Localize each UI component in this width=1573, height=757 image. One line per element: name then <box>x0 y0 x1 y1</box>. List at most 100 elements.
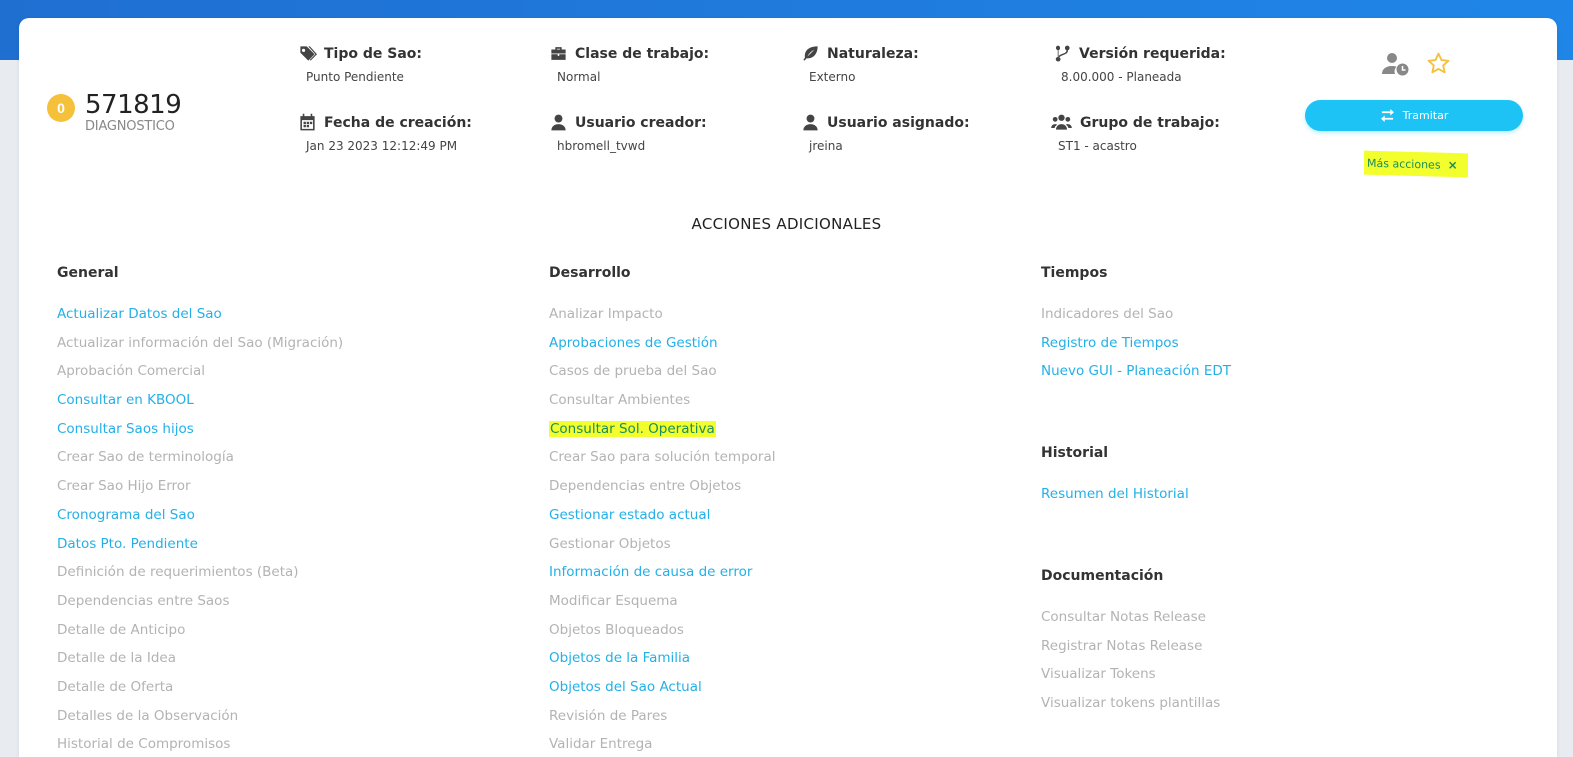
action-link-label: Objetos del Sao Actual <box>549 678 702 695</box>
user-clock-icon[interactable] <box>1382 52 1410 76</box>
mas-acciones-toggle[interactable]: Más acciones × <box>1364 150 1468 178</box>
action-link: Validar Entrega <box>549 734 775 757</box>
action-link: Actualizar información del Sao (Migració… <box>57 333 343 362</box>
action-link-label: Crear Sao Hijo Error <box>57 478 191 495</box>
field-tipo-sao: Tipo de Sao: Punto Pendiente <box>298 44 422 84</box>
action-link: Crear Sao de terminología <box>57 447 343 476</box>
field-usuario-creador: Usuario creador: hbromell_tvwd <box>549 113 707 153</box>
calendar-icon <box>300 113 315 131</box>
action-link: Revisión de Pares <box>549 706 775 735</box>
group-title: Tiempos <box>1041 265 1108 281</box>
users-group-icon <box>1051 114 1072 130</box>
field-label: Clase de trabajo: <box>575 45 710 62</box>
action-link[interactable]: Objetos del Sao Actual <box>549 677 775 706</box>
column-documentacion: Documentación Consultar Notas Release Reg… <box>1041 568 1220 722</box>
action-link[interactable]: Gestionar estado actual <box>549 505 775 534</box>
exchange-icon <box>1380 109 1394 122</box>
field-label: Versión requerida: <box>1079 45 1226 62</box>
action-link-label: Nuevo GUI - Planeación EDT <box>1041 363 1232 380</box>
action-link-label: Información de causa de error <box>549 564 753 581</box>
action-link-label: Casos de prueba del Sao <box>549 363 717 380</box>
action-link-label: Objetos Bloqueados <box>549 621 684 638</box>
action-link-label: Resumen del Historial <box>1041 486 1189 502</box>
field-value: ST1 - acastro <box>1058 139 1137 153</box>
action-link-label: Actualizar Datos del Sao <box>57 306 222 322</box>
action-link-label: Cronograma del Sao <box>57 506 195 523</box>
briefcase-icon <box>551 47 566 60</box>
action-link[interactable]: Actualizar Datos del Sao <box>57 304 343 333</box>
mas-acciones-label: Más acciones <box>1367 156 1441 172</box>
column-desarrollo: Desarrollo Analizar Impacto Aprobaciones … <box>549 265 775 757</box>
action-link[interactable]: Consultar en KBOOL <box>57 390 343 419</box>
action-link-label: Aprobaciones de Gestión <box>549 334 718 351</box>
action-link: Detalles de la Observación <box>57 706 343 735</box>
user-icon <box>803 114 818 131</box>
field-version: Versión requerida: 8.00.000 - Planeada <box>1053 44 1226 84</box>
action-link-label: Detalle de la Idea <box>57 650 176 667</box>
action-link: Visualizar tokens plantillas <box>1041 693 1220 722</box>
action-link-label: Validar Entrega <box>549 736 653 753</box>
tag-icon <box>299 46 317 61</box>
field-value: Normal <box>557 70 601 84</box>
field-grupo-trabajo: Grupo de trabajo: ST1 - acastro <box>1050 113 1220 153</box>
tramitar-button[interactable]: Tramitar <box>1305 100 1523 131</box>
action-link-label: Historial de Compromisos <box>57 736 231 753</box>
action-link-label: Crear Sao para solución temporal <box>549 449 776 466</box>
action-link[interactable]: Datos Pto. Pendiente <box>57 534 343 563</box>
action-link-label: Gestionar estado actual <box>549 506 711 523</box>
action-link[interactable]: Aprobaciones de Gestión <box>549 333 775 362</box>
action-link[interactable]: Consultar Saos hijos <box>57 419 343 448</box>
field-label: Fecha de creación: <box>324 114 472 131</box>
action-link: Crear Sao Hijo Error <box>57 476 343 505</box>
group-title: General <box>57 265 119 281</box>
field-label: Grupo de trabajo: <box>1080 114 1220 131</box>
group-title: Historial <box>1041 445 1109 461</box>
action-link-label: Registrar Notas Release <box>1041 637 1203 654</box>
action-link: Registrar Notas Release <box>1041 636 1220 665</box>
action-link[interactable]: Registro de Tiempos <box>1041 333 1231 362</box>
field-label: Tipo de Sao: <box>324 45 422 62</box>
field-value: hbromell_tvwd <box>557 139 646 153</box>
action-link-label: Detalle de Anticipo <box>57 621 186 638</box>
action-link[interactable]: Objetos de la Familia <box>549 648 775 677</box>
action-link: Objetos Bloqueados <box>549 620 775 649</box>
action-link: Indicadores del Sao <box>1041 304 1231 333</box>
action-link[interactable]: Nuevo GUI - Planeación EDT <box>1041 361 1231 390</box>
action-link: Consultar Ambientes <box>549 390 775 419</box>
action-link: Detalle de Anticipo <box>57 620 343 649</box>
action-link-label: Objetos de la Familia <box>549 650 691 667</box>
field-naturaleza: Naturaleza: Externo <box>801 44 919 84</box>
field-value: 8.00.000 - Planeada <box>1061 70 1182 84</box>
action-link[interactable]: Información de causa de error <box>549 562 775 591</box>
field-fecha-creacion: Fecha de creación: Jan 23 2023 12:12:49 … <box>298 113 472 153</box>
group-title: Documentación <box>1041 568 1164 584</box>
column-tiempos: Tiempos Indicadores del Sao Registro de T… <box>1041 265 1231 390</box>
field-label: Naturaleza: <box>827 45 919 62</box>
action-link: Crear Sao para solución temporal <box>549 447 775 476</box>
sao-number: 571819 <box>85 90 182 120</box>
star-icon[interactable] <box>1426 51 1451 76</box>
action-link: Visualizar Tokens <box>1041 664 1220 693</box>
action-link-label: Dependencias entre Objetos <box>549 478 742 495</box>
action-link: Historial de Compromisos <box>57 734 343 757</box>
action-link-label: Actualizar información del Sao (Migració… <box>57 334 344 351</box>
action-link-label: Consultar Sol. Operativa <box>549 420 716 437</box>
action-link: Gestionar Objetos <box>549 534 775 563</box>
column-historial: Historial Resumen del Historial <box>1041 445 1189 513</box>
action-link-label: Dependencias entre Saos <box>57 592 230 609</box>
action-link-label: Gestionar Objetos <box>549 535 671 552</box>
action-link-label: Modificar Esquema <box>549 592 678 609</box>
action-link-label: Consultar Notas Release <box>1041 609 1206 625</box>
action-link: Casos de prueba del Sao <box>549 361 775 390</box>
action-link-label: Registro de Tiempos <box>1041 334 1179 351</box>
action-link[interactable]: Resumen del Historial <box>1041 484 1189 513</box>
close-icon[interactable]: × <box>1448 158 1458 172</box>
action-link-label: Definición de requerimientos (Beta) <box>57 564 299 581</box>
action-link[interactable]: Consultar Sol. Operativa <box>549 419 775 448</box>
column-general: General Actualizar Datos del Sao Actualiz… <box>57 265 343 757</box>
action-link-label: Analizar Impacto <box>549 306 663 322</box>
action-link-label: Consultar Saos hijos <box>57 420 194 437</box>
action-link-label: Consultar Ambientes <box>549 392 691 409</box>
action-link[interactable]: Cronograma del Sao <box>57 505 343 534</box>
branch-icon <box>1055 45 1070 62</box>
